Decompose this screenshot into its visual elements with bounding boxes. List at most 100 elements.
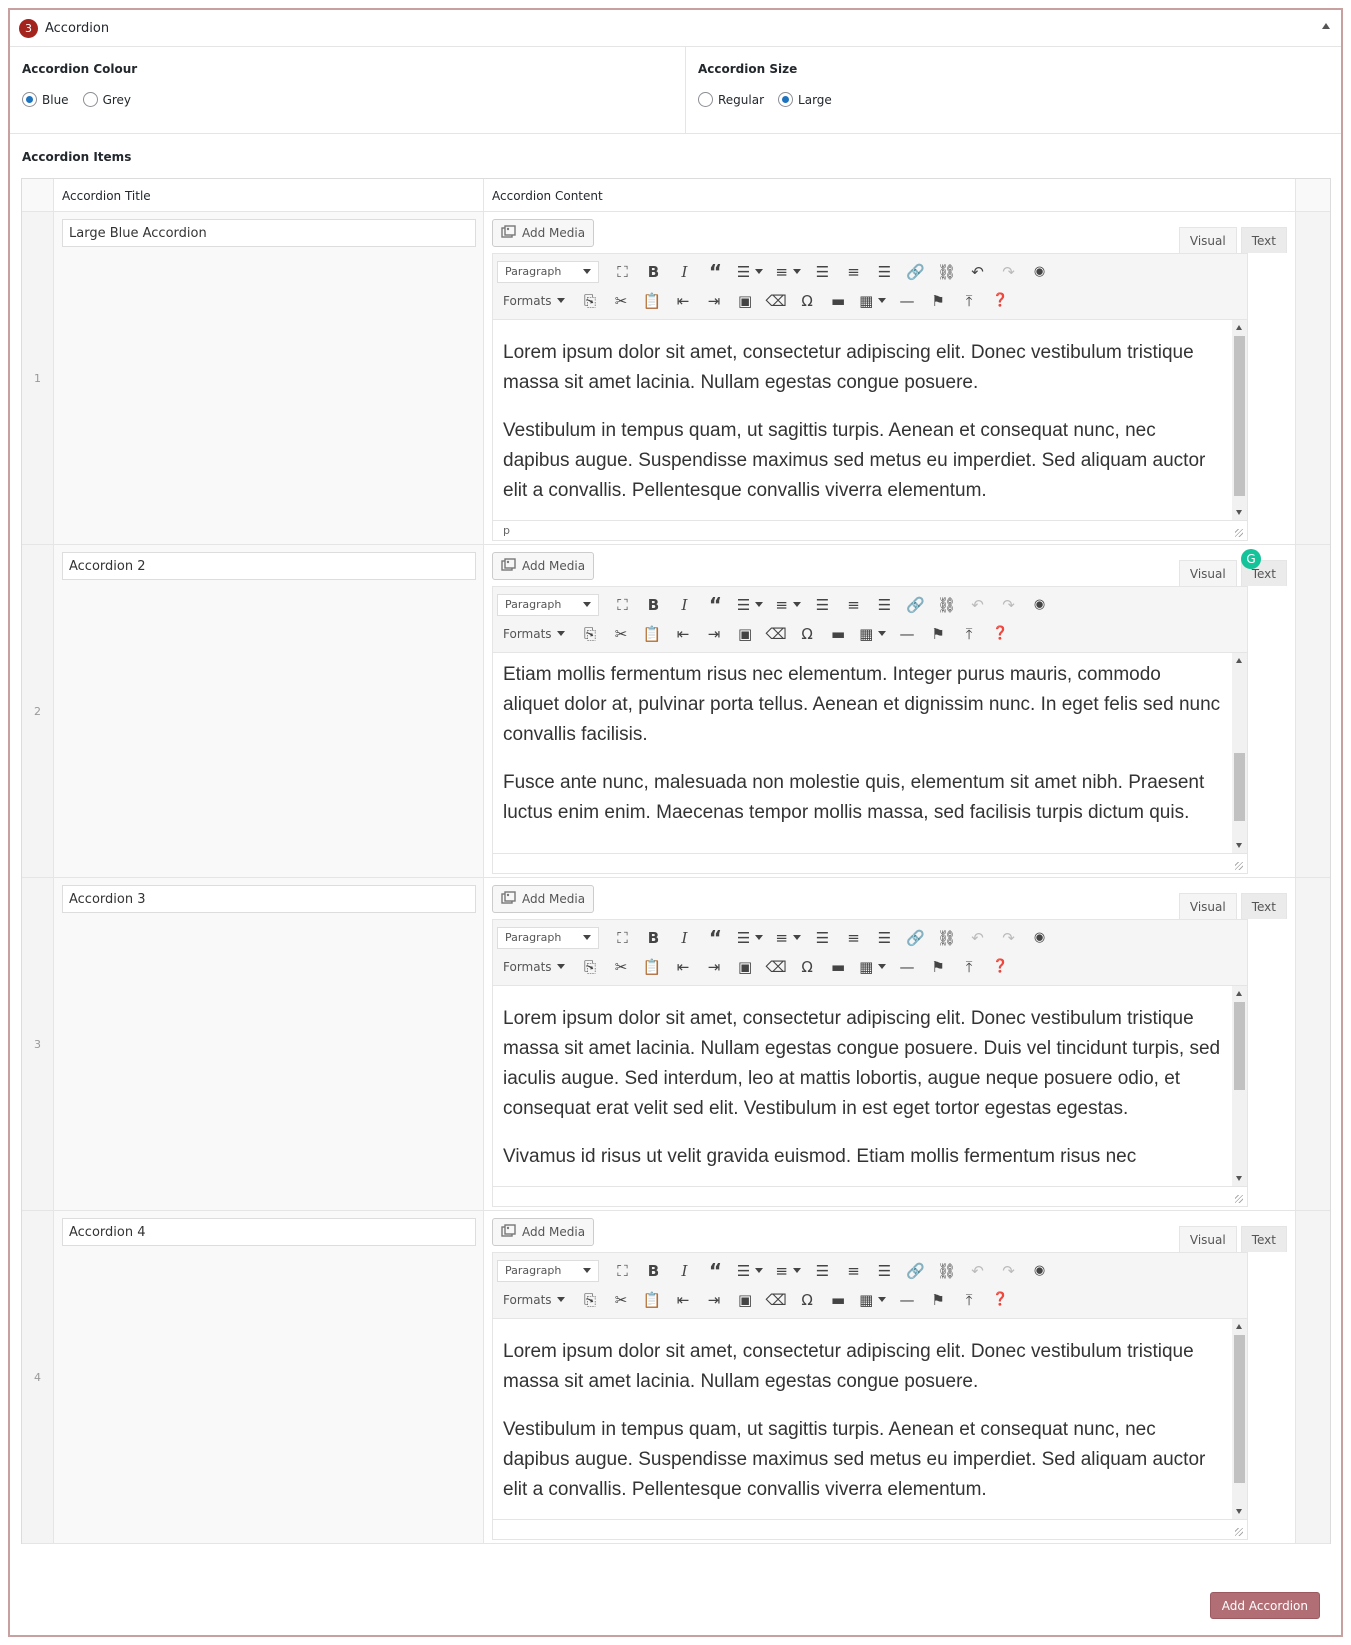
scroll-thumb[interactable] [1234, 336, 1245, 496]
paste-text-icon[interactable]: ▣ [730, 288, 761, 314]
cut-icon[interactable]: ✂ [606, 954, 637, 980]
redo-icon[interactable]: ↷ [993, 259, 1024, 285]
row-number[interactable]: 4 [22, 1211, 54, 1543]
editor-content[interactable]: Lorem ipsum dolor sit amet, consectetur … [493, 1319, 1247, 1519]
radio-grey-dot[interactable] [82, 92, 98, 107]
unlink-icon[interactable]: ⛓ [931, 925, 962, 951]
horizontal-line-icon[interactable]: — [892, 954, 923, 980]
paste-icon[interactable]: 📋 [637, 954, 668, 980]
add-accordion-button[interactable]: Add Accordion [1209, 1592, 1320, 1619]
indent-icon[interactable]: ⇥ [699, 621, 730, 647]
align-center-icon[interactable]: ≡ [838, 1258, 869, 1284]
bold-icon[interactable]: B [638, 1258, 669, 1284]
upload-icon[interactable]: ⤒ [954, 621, 985, 647]
bullet-list-icon[interactable]: ☰ [731, 1258, 769, 1284]
align-right-icon[interactable]: ☰ [869, 592, 900, 618]
scroll-thumb[interactable] [1234, 1002, 1245, 1090]
row-number[interactable]: 3 [22, 878, 54, 1210]
help-icon[interactable]: ❓ [985, 954, 1016, 980]
upload-icon[interactable]: ⤒ [954, 288, 985, 314]
editor-content[interactable]: Lorem ipsum dolor sit amet, consectetur … [493, 986, 1247, 1186]
element-path[interactable]: p [503, 524, 510, 537]
special-character-icon[interactable]: Ω [792, 1287, 823, 1313]
special-character-icon[interactable]: Ω [792, 288, 823, 314]
table-icon[interactable]: ▦ [854, 288, 892, 314]
read-more-icon[interactable]: ▬ [823, 621, 854, 647]
rss-icon[interactable]: ◉ [1024, 1258, 1055, 1284]
cut-icon[interactable]: ✂ [606, 621, 637, 647]
upload-icon[interactable]: ⤒ [954, 1287, 985, 1313]
fullscreen-icon[interactable]: ⛶ [607, 925, 638, 951]
redo-icon[interactable]: ↷ [993, 1258, 1024, 1284]
link-icon[interactable]: 🔗 [900, 259, 931, 285]
radio-regular-dot[interactable] [698, 92, 713, 107]
rss-icon[interactable]: ◉ [1024, 592, 1055, 618]
tab-text[interactable]: Text [1240, 1226, 1287, 1252]
format-select[interactable]: Paragraph [497, 1259, 599, 1282]
align-left-icon[interactable]: ☰ [807, 259, 838, 285]
scroll-up-icon[interactable] [1236, 325, 1242, 330]
editor-scrollbar[interactable] [1232, 1319, 1247, 1519]
table-icon[interactable]: ▦ [854, 1287, 892, 1313]
indent-icon[interactable]: ⇥ [699, 288, 730, 314]
format-select[interactable]: Paragraph [497, 926, 599, 949]
scroll-down-icon[interactable] [1236, 843, 1242, 848]
numbered-list-icon[interactable]: ≡ [769, 925, 807, 951]
fullscreen-icon[interactable]: ⛶ [607, 592, 638, 618]
add-media-button[interactable]: Add Media [492, 552, 595, 580]
paste-icon[interactable]: 📋 [637, 1287, 668, 1313]
row-actions-cell[interactable] [1296, 545, 1330, 877]
rss-icon[interactable]: ◉ [1024, 925, 1055, 951]
scroll-down-icon[interactable] [1236, 1176, 1242, 1181]
blockquote-icon[interactable]: “ [700, 1258, 731, 1284]
clear-formatting-icon[interactable]: ⌫ [761, 954, 792, 980]
unlink-icon[interactable]: ⛓ [931, 259, 962, 285]
scroll-up-icon[interactable] [1236, 991, 1242, 996]
formats-menu[interactable]: Formats [503, 1293, 565, 1307]
undo-icon[interactable]: ↶ [962, 925, 993, 951]
formats-menu[interactable]: Formats [503, 960, 565, 974]
align-center-icon[interactable]: ≡ [838, 925, 869, 951]
formats-menu[interactable]: Formats [503, 627, 565, 641]
fullscreen-icon[interactable]: ⛶ [607, 1258, 638, 1284]
numbered-list-icon[interactable]: ≡ [769, 592, 807, 618]
grammarly-icon[interactable]: G [1241, 549, 1261, 569]
bullet-list-icon[interactable]: ☰ [731, 925, 769, 951]
tab-text[interactable]: Text [1240, 893, 1287, 919]
cut-icon[interactable]: ✂ [606, 1287, 637, 1313]
scroll-thumb[interactable] [1234, 1335, 1245, 1483]
cut-icon[interactable]: ✂ [606, 288, 637, 314]
undo-icon[interactable]: ↶ [962, 1258, 993, 1284]
read-more-icon[interactable]: ▬ [823, 954, 854, 980]
blockquote-icon[interactable]: “ [700, 259, 731, 285]
radio-blue-dot[interactable] [22, 92, 37, 107]
redo-icon[interactable]: ↷ [993, 592, 1024, 618]
scroll-up-icon[interactable] [1236, 1324, 1242, 1329]
align-center-icon[interactable]: ≡ [838, 259, 869, 285]
bookmark-icon[interactable]: ⚑ [923, 1287, 954, 1313]
add-media-button[interactable]: Add Media [492, 1218, 595, 1246]
read-more-icon[interactable]: ▬ [823, 288, 854, 314]
unlink-icon[interactable]: ⛓ [931, 1258, 962, 1284]
scroll-thumb[interactable] [1234, 753, 1245, 821]
align-right-icon[interactable]: ☰ [869, 259, 900, 285]
undo-icon[interactable]: ↶ [962, 259, 993, 285]
bullet-list-icon[interactable]: ☰ [731, 592, 769, 618]
upload-icon[interactable]: ⤒ [954, 954, 985, 980]
editor-content[interactable]: Etiam mollis fermentum risus nec element… [493, 653, 1247, 853]
align-right-icon[interactable]: ☰ [869, 1258, 900, 1284]
bullet-list-icon[interactable]: ☰ [731, 259, 769, 285]
format-select[interactable]: Paragraph [497, 593, 599, 616]
horizontal-line-icon[interactable]: — [892, 288, 923, 314]
scroll-down-icon[interactable] [1236, 510, 1242, 515]
align-left-icon[interactable]: ☰ [807, 1258, 838, 1284]
formats-menu[interactable]: Formats [503, 294, 565, 308]
paste-icon[interactable]: 📋 [637, 621, 668, 647]
unlink-icon[interactable]: ⛓ [931, 592, 962, 618]
paste-text-icon[interactable]: ▣ [730, 1287, 761, 1313]
tab-visual[interactable]: Visual [1178, 560, 1237, 586]
radio-regular[interactable]: Regular [698, 92, 764, 107]
undo-icon[interactable]: ↶ [962, 592, 993, 618]
rss-icon[interactable]: ◉ [1024, 259, 1055, 285]
row-number[interactable]: 2 [22, 545, 54, 877]
